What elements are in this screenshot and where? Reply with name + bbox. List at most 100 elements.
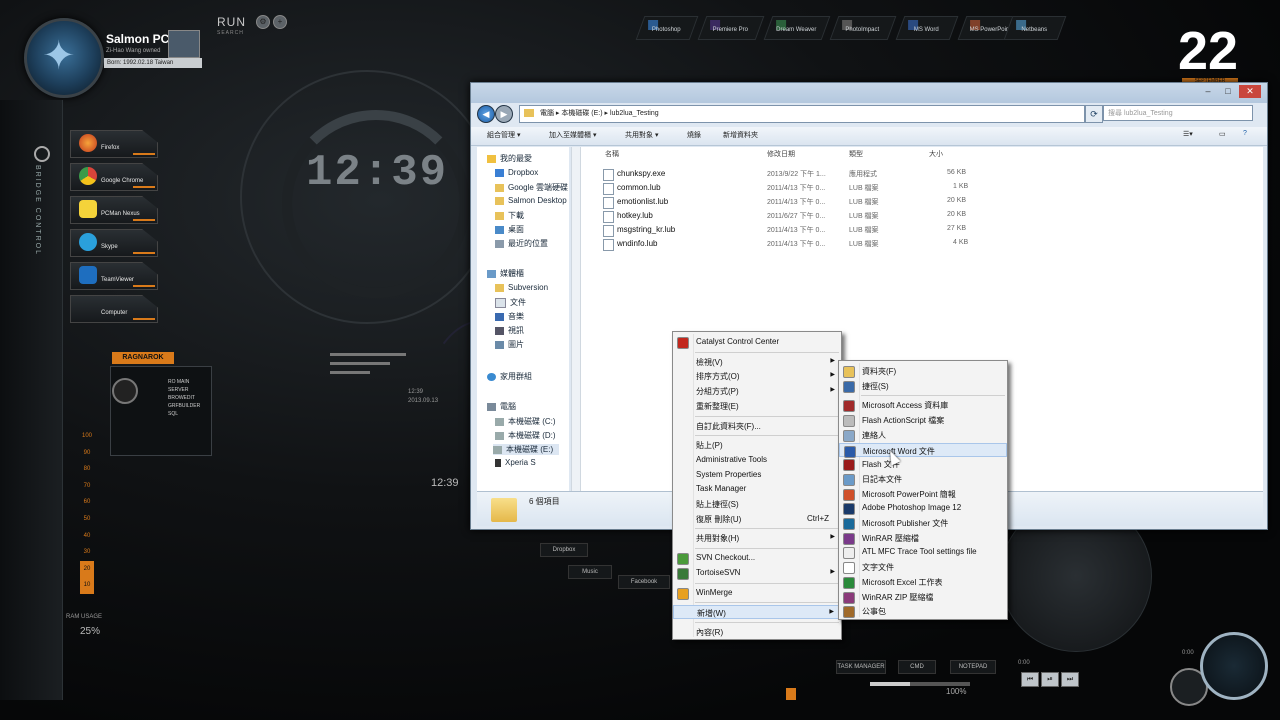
view-options-icon[interactable]: ☰▾ — [1183, 130, 1193, 138]
next-track-icon[interactable]: ⏭ — [1061, 672, 1079, 687]
ragnarok-item[interactable]: SERVER — [168, 386, 200, 394]
nav-favorites[interactable]: 我的最愛 — [487, 153, 532, 164]
new-folder-button[interactable]: 新增資料夾 — [723, 130, 758, 140]
menu-item-atl-mfc-trace-tool-settings-file[interactable]: ATL MFC Trace Tool settings file — [839, 545, 1007, 560]
organize-button[interactable]: 組合管理 ▾ — [487, 130, 520, 140]
launcher-chrome[interactable]: Google Chrome — [70, 163, 158, 191]
file-row[interactable]: msgstring_kr.lub 2011/4/13 下午 0... LUB 檔案 2… — [581, 223, 1263, 237]
ragnarok-item[interactable]: GRFBUILDER — [168, 402, 200, 410]
menu-item-item[interactable]: 公事包 — [839, 604, 1007, 619]
menu-item-flash[interactable]: Flash 文件 — [839, 457, 1007, 472]
nav-dropbox[interactable]: Dropbox — [495, 168, 538, 177]
menu-item-system-properties[interactable]: System Properties — [673, 468, 841, 482]
menu-item-s[interactable]: 貼上捷徑(S) — [673, 497, 841, 511]
menu-item-flash-actionscript[interactable]: Flash ActionScript 檔案 — [839, 413, 1007, 428]
nav-drive-c[interactable]: 本機磁碟 (C:) — [495, 416, 556, 427]
menu-item-task-manager[interactable]: Task Manager — [673, 482, 841, 496]
shortcut-dropbox[interactable]: Dropbox — [540, 543, 588, 557]
top-tab-photoimpact[interactable]: PhotoImpact — [829, 16, 897, 40]
nav-xperia[interactable]: Xperia S — [495, 458, 536, 467]
close-button[interactable]: ✕ — [1239, 85, 1261, 98]
nav-libraries[interactable]: 媒體櫃 — [487, 268, 524, 279]
menu-item-microsoft-powerpoint[interactable]: Microsoft PowerPoint 簡報 — [839, 487, 1007, 501]
column-size[interactable]: 大小 — [929, 149, 943, 159]
ragnarok-item[interactable]: RO MAIN — [168, 378, 200, 386]
menu-item-r[interactable]: 內容(R) — [673, 625, 841, 639]
file-row[interactable]: wndinfo.lub 2011/4/13 下午 0... LUB 檔案 4 KB — [581, 237, 1263, 251]
nav-downloads[interactable]: 下載 — [495, 210, 524, 221]
file-row[interactable]: hotkey.lub 2011/6/27 下午 0... LUB 檔案 20 KB — [581, 209, 1263, 223]
nav-documents[interactable]: 文件 — [495, 297, 526, 308]
tab-task-manager[interactable]: TASK MANAGER — [836, 660, 886, 674]
launcher-pcman[interactable]: PCMan Nexus — [70, 196, 158, 224]
nav-pictures[interactable]: 圖片 — [495, 339, 524, 350]
top-tab-netbeans[interactable]: Netbeans — [1003, 16, 1067, 40]
preview-pane-icon[interactable]: ▭ — [1219, 130, 1226, 138]
run-label[interactable]: RUN — [217, 15, 246, 29]
menu-item-v[interactable]: 檢視(V) ▶ — [673, 355, 841, 369]
nav-recent[interactable]: 最近的位置 — [495, 238, 548, 249]
file-row[interactable]: emotionlist.lub 2011/4/13 下午 0... LUB 檔案 20… — [581, 195, 1263, 209]
ragnarok-item[interactable]: BROWEDIT — [168, 394, 200, 402]
launcher-computer[interactable]: Computer — [70, 295, 158, 323]
disc-icon[interactable] — [112, 378, 138, 404]
top-tab-photoshop[interactable]: Photoshop — [635, 16, 699, 40]
settings-gear-icon[interactable]: ⚙ — [256, 15, 270, 29]
nav-music[interactable]: 音樂 — [495, 311, 524, 322]
nav-salmon-desktop[interactable]: Salmon Desktop — [495, 196, 567, 205]
menu-item-tortoisesvn[interactable]: TortoiseSVN ▶ — [673, 566, 841, 580]
minimize-button[interactable]: – — [1199, 85, 1217, 98]
forward-arrow-icon[interactable]: ▶ — [495, 105, 513, 123]
menu-item-administrative-tools[interactable]: Administrative Tools — [673, 453, 841, 467]
breadcrumb-item[interactable]: 電腦 — [540, 110, 554, 117]
menu-item-h[interactable]: 共用對象(H) ▶ — [673, 531, 841, 545]
tab-cmd[interactable]: CMD — [898, 660, 936, 674]
menu-item-p[interactable]: 貼上(P) — [673, 438, 841, 452]
menu-item-e[interactable]: 重新整理(E) — [673, 399, 841, 413]
file-row[interactable]: common.lub 2011/4/13 下午 0... LUB 檔案 1 KB — [581, 181, 1263, 195]
share-with-button[interactable]: 共用對象 ▾ — [625, 130, 658, 140]
profile-orb[interactable]: ✦ — [24, 18, 104, 98]
menu-item-s[interactable]: 捷徑(S) — [839, 379, 1007, 393]
nav-subversion[interactable]: Subversion — [495, 283, 548, 292]
launcher-firefox[interactable]: Firefox — [70, 130, 158, 158]
launcher-teamviewer[interactable]: TeamViewer — [70, 262, 158, 290]
prev-track-icon[interactable]: ⏮ — [1021, 672, 1039, 687]
nav-homegroup[interactable]: 家用群組 — [487, 371, 532, 382]
maximize-button[interactable]: □ — [1219, 85, 1237, 98]
breadcrumb-item[interactable]: lub2lua_Testing — [610, 110, 659, 117]
explorer-titlebar[interactable] — [471, 83, 1267, 103]
menu-item-adobe-photoshop-image-12[interactable]: Adobe Photoshop Image 12 — [839, 501, 1007, 516]
media-orb[interactable] — [1200, 632, 1268, 700]
menu-item-item[interactable]: 日記本文件 — [839, 472, 1007, 486]
tab-notepad[interactable]: NOTEPAD — [950, 660, 996, 674]
menu-item-winrar-zip[interactable]: WinRAR ZIP 壓縮檔 — [839, 590, 1007, 604]
pane-splitter[interactable] — [571, 147, 581, 491]
ragnarok-item[interactable]: SQL — [168, 410, 200, 418]
nav-videos[interactable]: 視訊 — [495, 325, 524, 336]
column-type[interactable]: 類型 — [849, 149, 863, 159]
column-date[interactable]: 修改日期 — [767, 149, 795, 159]
breadcrumb-item[interactable]: 本機磁碟 (E:) — [561, 110, 602, 117]
nav-drive-d[interactable]: 本機磁碟 (D:) — [495, 430, 556, 441]
menu-item-w[interactable]: 新增(W) ▶ — [673, 605, 841, 620]
menu-item-microsoft-word[interactable]: Microsoft Word 文件 — [839, 442, 1007, 458]
search-input[interactable]: 搜尋 lub2lua_Testing — [1103, 105, 1253, 121]
menu-item-f[interactable]: 資料夾(F) — [839, 364, 1007, 378]
refresh-icon[interactable]: ⟳ — [1085, 105, 1103, 123]
breadcrumb[interactable]: 電腦 ▸ 本機磁碟 (E:) ▸ lub2lua_Testing — [519, 105, 1085, 123]
shortcut-music[interactable]: Music — [568, 565, 612, 579]
menu-item-item[interactable]: 連絡人 — [839, 428, 1007, 442]
menu-item-u[interactable]: 復原 刪除(U) Ctrl+Z — [673, 512, 841, 526]
menu-item-svn-checkout[interactable]: SVN Checkout... — [673, 551, 841, 566]
column-name[interactable]: 名稱 — [605, 149, 619, 159]
add-icon[interactable]: + — [273, 15, 287, 29]
menu-item-f[interactable]: 自訂此資料夾(F)... — [673, 419, 841, 433]
nav-desktop[interactable]: 桌面 — [495, 224, 524, 235]
menu-item-microsoft-excel[interactable]: Microsoft Excel 工作表 — [839, 575, 1007, 589]
help-icon[interactable]: ? — [1243, 130, 1247, 137]
nav-google-drive[interactable]: Google 雲端硬碟 — [495, 182, 568, 193]
file-row[interactable]: chunkspy.exe 2013/9/22 下午 1... 應用程式 56 KB — [581, 167, 1263, 181]
top-tab-dreamweaver[interactable]: Dream Weaver — [763, 16, 831, 40]
shortcut-facebook[interactable]: Facebook — [618, 575, 670, 589]
